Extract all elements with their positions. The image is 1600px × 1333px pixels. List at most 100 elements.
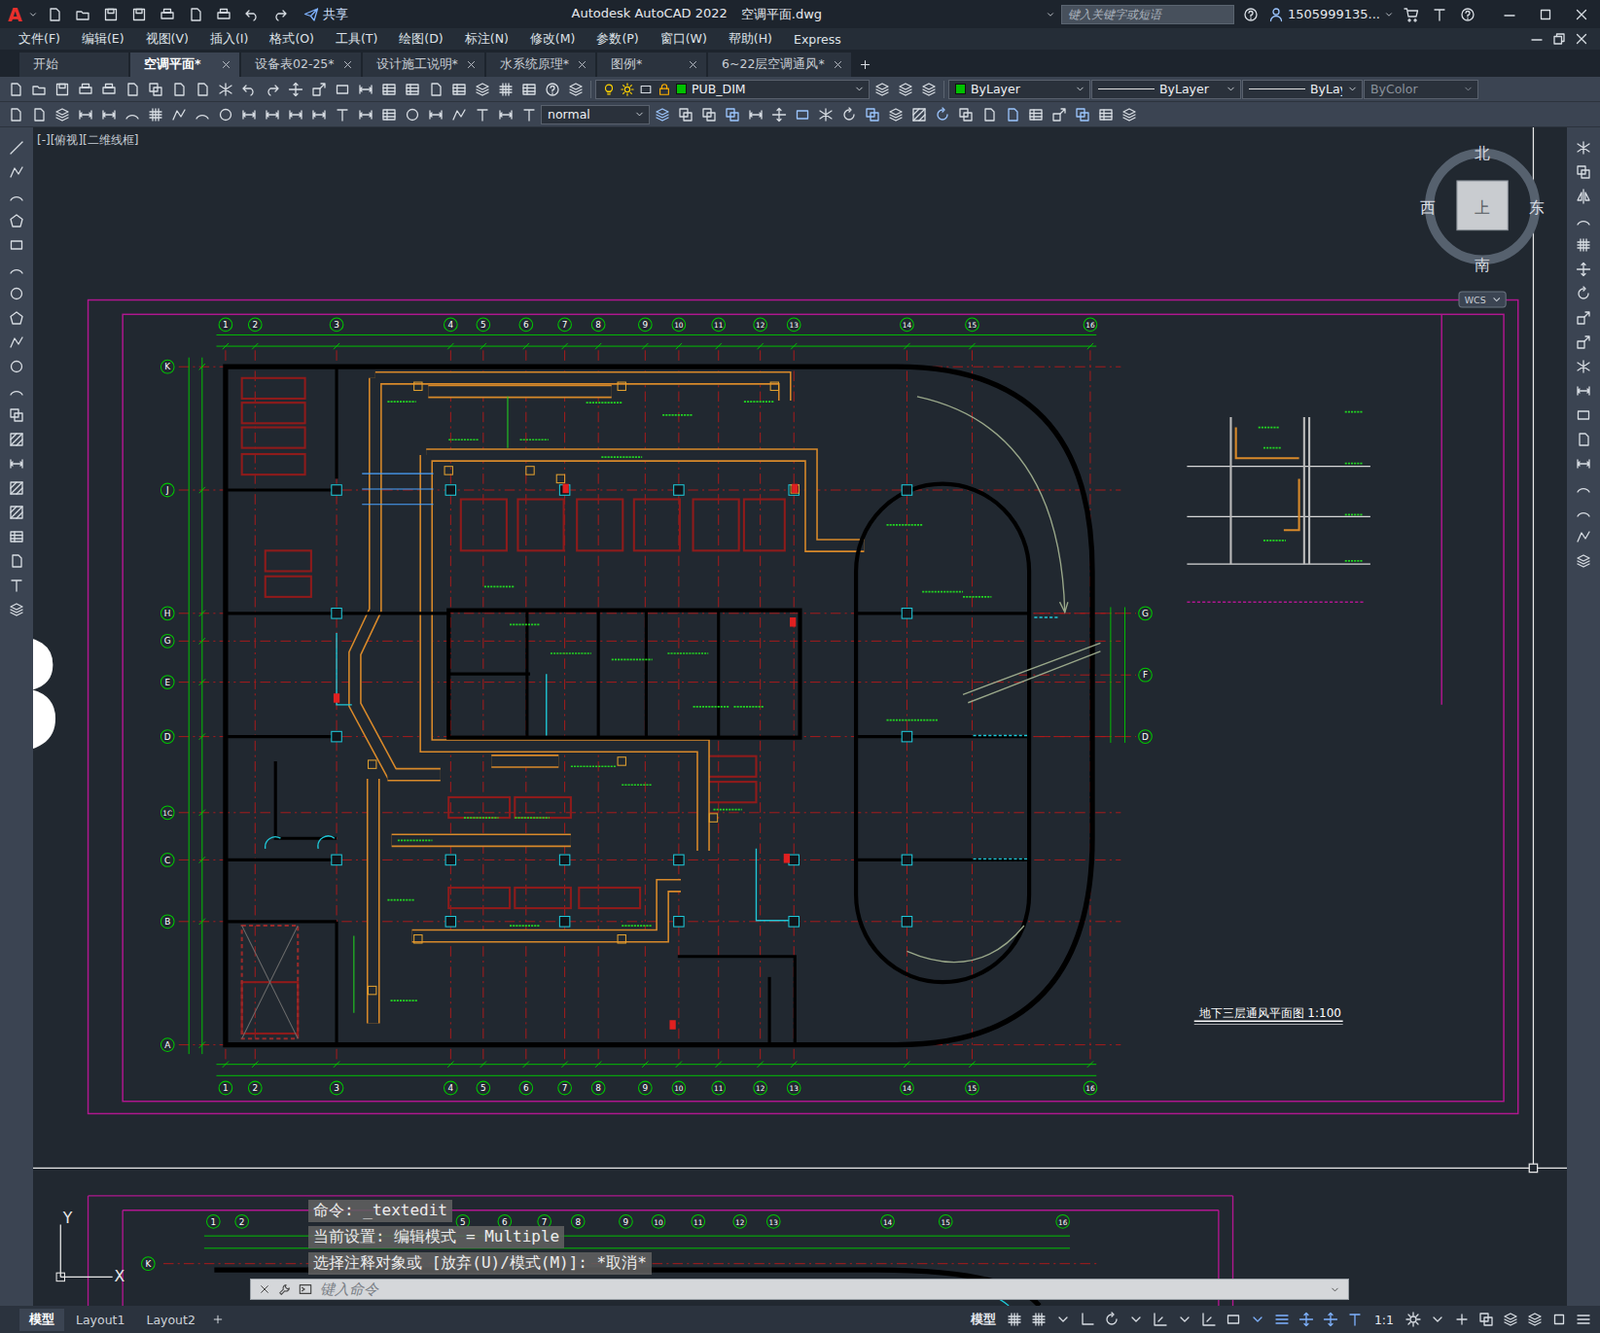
- polygon-button[interactable]: [5, 210, 29, 232]
- minimize-button[interactable]: [1497, 3, 1521, 26]
- rect-button[interactable]: [790, 104, 814, 126]
- rotate-button[interactable]: [837, 104, 860, 126]
- menu-item[interactable]: 帮助(H): [717, 31, 783, 48]
- search-field[interactable]: [1061, 4, 1235, 25]
- doc-button[interactable]: [120, 78, 143, 101]
- menu-item[interactable]: 编辑(E): [71, 31, 136, 48]
- print-button[interactable]: [97, 78, 120, 101]
- doc-button[interactable]: [424, 78, 447, 101]
- copy-button[interactable]: [697, 104, 720, 126]
- folder-button[interactable]: [27, 78, 50, 101]
- layers-button[interactable]: [884, 104, 907, 126]
- layout-tab[interactable]: Layout2: [136, 1310, 205, 1331]
- print-button[interactable]: [73, 78, 97, 101]
- doc-button[interactable]: [43, 3, 67, 26]
- save-button[interactable]: [50, 78, 73, 101]
- mirror-button[interactable]: [1572, 185, 1596, 208]
- text-button[interactable]: [1344, 1309, 1367, 1331]
- close-button[interactable]: [1569, 3, 1593, 26]
- scale-button[interactable]: [1572, 331, 1596, 354]
- menu-button[interactable]: [1571, 1309, 1595, 1331]
- save-button[interactable]: [128, 3, 151, 26]
- dim-button[interactable]: [424, 104, 447, 126]
- menu-item[interactable]: 窗口(W): [649, 31, 718, 48]
- move-button[interactable]: [1572, 258, 1596, 281]
- dim-button[interactable]: [284, 104, 307, 126]
- circle-button[interactable]: [400, 104, 424, 126]
- copy-button[interactable]: [954, 104, 977, 126]
- undo-button[interactable]: [241, 3, 264, 26]
- arc-button[interactable]: [1572, 210, 1596, 232]
- dim-button[interactable]: [354, 78, 377, 101]
- ortho-button[interactable]: [1076, 1309, 1100, 1331]
- doc-button[interactable]: [1572, 428, 1596, 451]
- arc-button[interactable]: [5, 258, 29, 281]
- chevron-button[interactable]: [1125, 1309, 1148, 1331]
- help-button[interactable]: [540, 78, 564, 101]
- table-button[interactable]: [1094, 104, 1117, 126]
- lineweight-dropdown[interactable]: ByLayer: [1242, 79, 1363, 100]
- share-button[interactable]: 共享: [303, 5, 349, 24]
- chevron-button[interactable]: [1173, 1309, 1197, 1331]
- arc-button[interactable]: [1572, 501, 1596, 524]
- document-tab[interactable]: 设计施工说明*: [362, 52, 485, 77]
- menu-item[interactable]: 格式(O): [258, 31, 325, 48]
- document-tab[interactable]: 6~22层空调通风*: [708, 52, 852, 77]
- polyline-button[interactable]: [447, 104, 470, 126]
- model-space[interactable]: 3123456789101112131415161234567891011121…: [33, 127, 1567, 1307]
- arc-button[interactable]: [5, 380, 29, 402]
- arc-button[interactable]: [1572, 477, 1596, 499]
- trim-button[interactable]: [1572, 137, 1596, 159]
- doc-button[interactable]: [184, 3, 208, 26]
- doc-button[interactable]: [1000, 104, 1024, 126]
- dim-button[interactable]: [97, 104, 120, 126]
- line-button[interactable]: [5, 137, 29, 159]
- color-dropdown[interactable]: ByLayer: [948, 79, 1091, 100]
- dim-button[interactable]: [307, 104, 330, 126]
- document-tab[interactable]: 空调平面*: [130, 52, 240, 77]
- drawing-canvas[interactable]: 3123456789101112131415161234567891011121…: [33, 127, 1567, 1307]
- rotate-button[interactable]: [1101, 1309, 1124, 1331]
- layer-dropdown[interactable]: PUB_DIM: [595, 79, 870, 100]
- menu-button[interactable]: [1271, 1309, 1294, 1331]
- dim-button[interactable]: [1572, 453, 1596, 475]
- doc-button[interactable]: [27, 104, 50, 126]
- user-account[interactable]: 1505999135...: [1268, 6, 1394, 23]
- copy-button[interactable]: [1474, 1309, 1497, 1331]
- help-button[interactable]: [1240, 3, 1263, 26]
- copy-button[interactable]: [860, 104, 884, 126]
- rect-button[interactable]: [330, 78, 354, 101]
- table-button[interactable]: [400, 78, 424, 101]
- text-button[interactable]: [517, 104, 540, 126]
- redo-button[interactable]: [260, 78, 284, 101]
- move-button[interactable]: [1319, 1309, 1343, 1331]
- menu-item[interactable]: 参数(P): [585, 31, 649, 48]
- polygon-button[interactable]: [5, 307, 29, 329]
- layers-button[interactable]: [1498, 1309, 1522, 1331]
- document-tab[interactable]: 水系统原理*: [486, 52, 596, 77]
- table-button[interactable]: [517, 78, 540, 101]
- dim-button[interactable]: [237, 104, 260, 126]
- doc-button[interactable]: [3, 104, 27, 126]
- scale-button[interactable]: [1047, 104, 1070, 126]
- table-button[interactable]: [5, 526, 29, 548]
- command-input[interactable]: 键入命令: [249, 1279, 1350, 1301]
- print-button[interactable]: [213, 3, 236, 26]
- grid-button[interactable]: [1572, 234, 1596, 256]
- doc-button[interactable]: [3, 78, 27, 101]
- dim-button[interactable]: [260, 104, 284, 126]
- snap-button[interactable]: [1198, 1309, 1221, 1331]
- layout-tab[interactable]: Layout1: [66, 1310, 135, 1331]
- doc-button[interactable]: [977, 104, 1000, 126]
- dim-button[interactable]: [744, 104, 767, 126]
- linetype-dropdown[interactable]: ByLayer: [1091, 79, 1242, 100]
- hatch-button[interactable]: [907, 104, 930, 126]
- table-button[interactable]: [1024, 104, 1047, 126]
- rect-button[interactable]: [1222, 1309, 1245, 1331]
- doc-button[interactable]: [5, 550, 29, 572]
- rect-button[interactable]: [1572, 404, 1596, 427]
- restore-button[interactable]: [1547, 28, 1570, 50]
- polyline-button[interactable]: [1572, 526, 1596, 548]
- folder-button[interactable]: [71, 3, 95, 26]
- close-button[interactable]: [1569, 28, 1593, 50]
